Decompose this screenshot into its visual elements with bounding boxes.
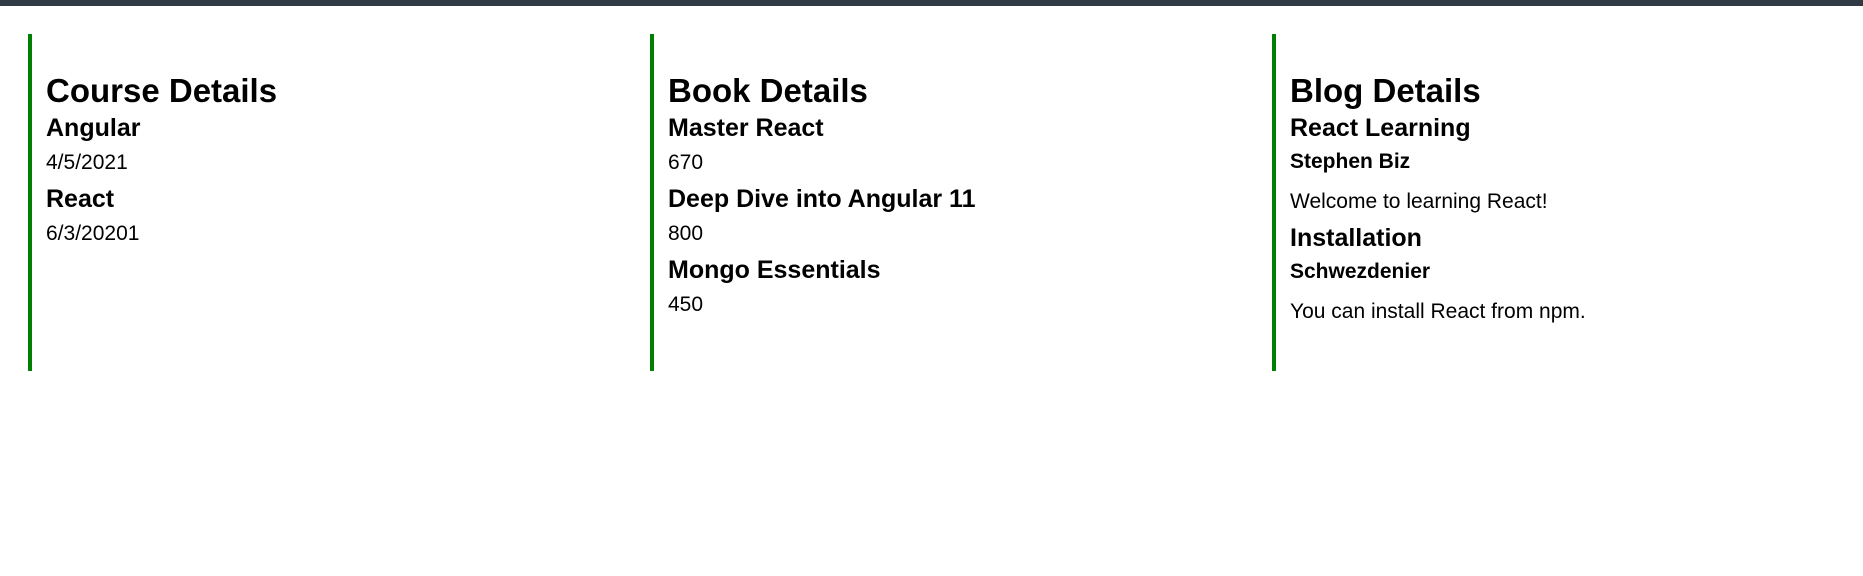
blog-item: Installation Schwezdenier You can instal… [1290,222,1832,326]
book-item: Deep Dive into Angular 11 800 [668,183,1260,248]
book-item: Mongo Essentials 450 [668,254,1260,319]
book-name: Deep Dive into Angular 11 [668,185,976,213]
course-details-title: Course Details [46,72,278,109]
blog-details-panel: Blog Details React Learning Stephen Biz … [1272,34,1832,371]
blog-title: Installation [1290,224,1422,252]
book-name: Master React [668,114,824,142]
book-details-title: Book Details [668,72,868,109]
course-name: React [46,185,115,213]
book-details-panel: Book Details Master React 670 Deep Dive … [650,34,1260,371]
course-name: Angular [46,114,141,142]
book-item: Master React 670 [668,112,1260,177]
blog-content: Welcome to learning React! [1290,190,1548,213]
top-bar [0,0,1863,6]
blog-item: React Learning Stephen Biz Welcome to le… [1290,112,1832,216]
blog-title: React Learning [1290,114,1471,142]
blog-details-title: Blog Details [1290,72,1481,109]
blog-content: You can install React from npm. [1290,300,1586,323]
book-price: 670 [668,151,704,174]
book-price: 450 [668,293,704,316]
course-date: 4/5/2021 [46,151,128,174]
course-date: 6/3/20201 [46,222,140,245]
blog-author: Schwezdenier [1290,260,1431,283]
course-details-panel: Course Details Angular 4/5/2021 React 6/… [28,34,638,371]
blog-author: Stephen Biz [1290,150,1411,173]
book-price: 800 [668,222,704,245]
course-item: React 6/3/20201 [46,183,638,248]
course-item: Angular 4/5/2021 [46,112,638,177]
book-name: Mongo Essentials [668,256,881,284]
